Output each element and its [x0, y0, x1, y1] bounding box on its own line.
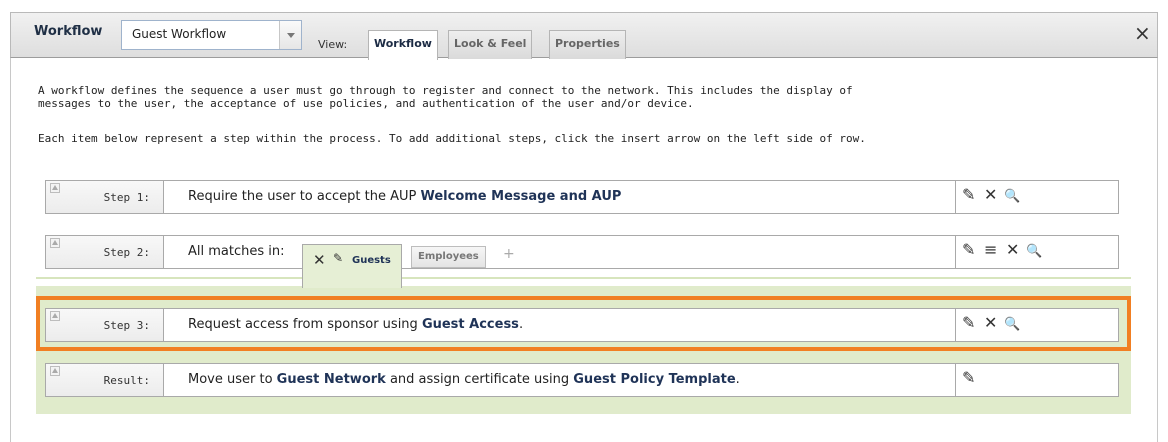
step-text: Move user to: [188, 372, 277, 387]
step-row: Step 1: Require the user to accept the A…: [45, 180, 1119, 214]
row-actions: ✎: [955, 364, 1119, 396]
step-text: All matches in:: [188, 244, 285, 259]
step-suffix: .: [735, 372, 740, 387]
step-highlight: [36, 296, 1131, 351]
row-handle[interactable]: Step 1:: [46, 181, 164, 213]
row-handle[interactable]: Step 2:: [46, 236, 164, 268]
step-text: and assign certificate using: [385, 372, 574, 387]
match-tab-employees[interactable]: Employees: [411, 246, 486, 268]
view-label: View:: [318, 38, 348, 51]
row-actions: ✎ ≡ ✕ 🔍: [955, 236, 1119, 268]
step-label: Result:: [103, 374, 150, 387]
tab-look-and-feel[interactable]: Look & Feel: [448, 30, 533, 59]
chevron-down-icon: [287, 33, 295, 38]
step-label: Step 2:: [103, 246, 150, 259]
add-tab-icon[interactable]: +: [503, 246, 515, 262]
workflow-select[interactable]: Guest Workflow: [121, 20, 302, 50]
result-row: Result: Move user to Guest Network and a…: [45, 363, 1119, 397]
tab-workflow[interactable]: Workflow: [368, 30, 438, 60]
row-actions: ✎ ✕ 🔍: [955, 181, 1119, 213]
delete-icon[interactable]: ✕: [313, 251, 326, 269]
group-divider: [36, 277, 1131, 279]
step-link[interactable]: Welcome Message and AUP: [420, 189, 621, 204]
tab-properties[interactable]: Properties: [549, 30, 626, 59]
search-icon[interactable]: 🔍: [1004, 188, 1020, 206]
edit-icon[interactable]: ✎: [962, 241, 975, 259]
step-text: Require the user to accept the AUP: [188, 189, 421, 204]
dropdown-button[interactable]: [279, 21, 301, 49]
edit-icon[interactable]: ✎: [962, 369, 975, 387]
step-row: Step 2: All matches in: ✎ ≡ ✕ 🔍: [45, 235, 1119, 269]
description: A workflow defines the sequence a user m…: [38, 84, 918, 110]
match-tab-label: Guests: [352, 255, 391, 266]
step-link[interactable]: Guest Policy Template: [573, 372, 735, 387]
search-icon[interactable]: 🔍: [1026, 243, 1042, 261]
delete-icon[interactable]: ✕: [984, 186, 997, 204]
step-content: All matches in:: [188, 244, 285, 259]
edit-icon[interactable]: ✎: [333, 251, 343, 265]
edit-icon[interactable]: ✎: [962, 186, 975, 204]
match-tab-guests[interactable]: ✕ ✎ Guests: [302, 244, 402, 288]
header-bar: Workflow Guest Workflow View: Workflow L…: [10, 12, 1158, 60]
list-icon[interactable]: ≡: [984, 241, 997, 259]
description-line: A workflow defines the sequence a user m…: [38, 84, 853, 97]
row-handle[interactable]: Result:: [46, 364, 164, 396]
close-icon[interactable]: ×: [1134, 23, 1151, 43]
panel-title: Workflow: [34, 24, 103, 39]
step-label: Step 1:: [103, 191, 150, 204]
delete-icon[interactable]: ✕: [1006, 241, 1019, 259]
step-link[interactable]: Guest Network: [277, 372, 386, 387]
description-instructions: Each item below represent a step within …: [38, 132, 866, 145]
step-content: Require the user to accept the AUP Welco…: [188, 189, 621, 204]
description-line: messages to the user, the acceptance of …: [38, 97, 694, 110]
workflow-select-value: Guest Workflow: [132, 27, 227, 41]
step-content: Move user to Guest Network and assign ce…: [188, 372, 740, 387]
